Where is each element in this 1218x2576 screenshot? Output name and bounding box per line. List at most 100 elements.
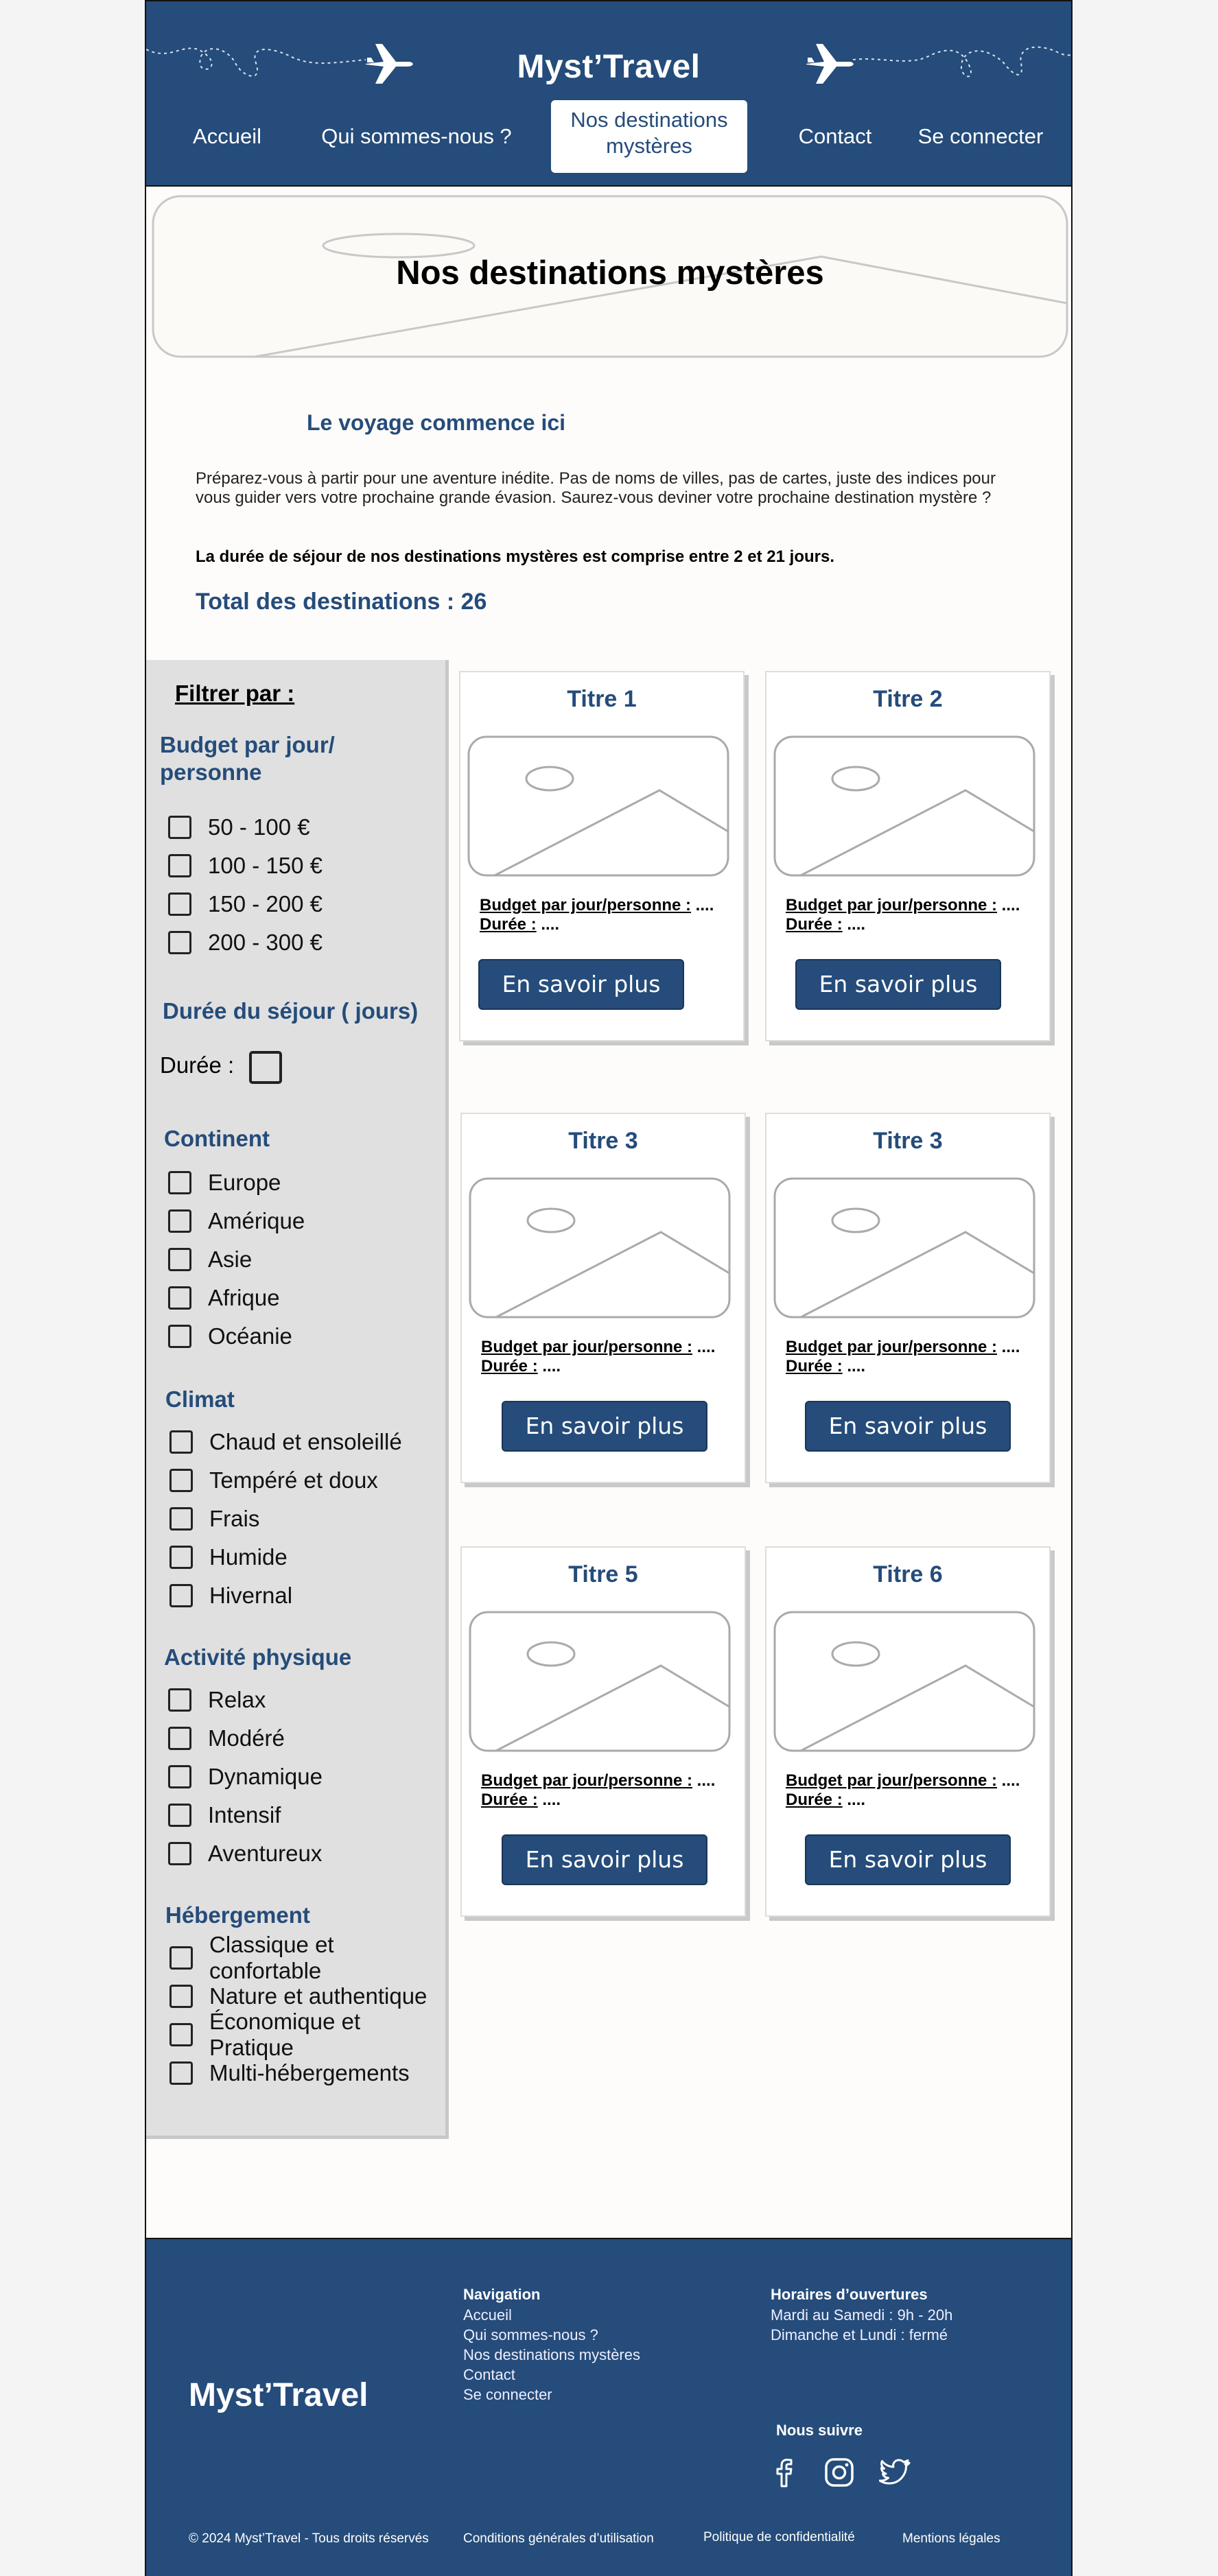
card-duree: Durée : ....: [481, 1357, 561, 1375]
card-title: Titre 3: [873, 1128, 943, 1154]
card-duree: Durée : ....: [786, 915, 866, 934]
checkbox[interactable]: [168, 1727, 191, 1750]
destination-card: Titre 6 Budget par jour/personne : .... …: [765, 1546, 1051, 1917]
card-budget: Budget par jour/personne : ....: [481, 1338, 716, 1356]
copyright-text: © 2024 Myst’Travel - Tous droits réservé…: [189, 2531, 429, 2546]
checkbox[interactable]: [168, 1804, 191, 1827]
filter-option-continent[interactable]: Asie: [168, 1246, 252, 1273]
filter-option-continent[interactable]: Afrique: [168, 1284, 280, 1312]
checkbox[interactable]: [168, 1842, 191, 1865]
checkbox[interactable]: [168, 816, 191, 839]
filter-option-activite[interactable]: Aventureux: [168, 1840, 322, 1867]
checkbox[interactable]: [168, 931, 191, 954]
nav-destinations-active[interactable]: Nos destinations mystères: [551, 100, 747, 173]
filter-option-budget[interactable]: 100 - 150 €: [168, 852, 323, 879]
filter-option-continent[interactable]: Europe: [168, 1169, 281, 1196]
filter-option-activite[interactable]: Dynamique: [168, 1763, 323, 1791]
link-privacy[interactable]: Politique de confidentialité: [703, 2530, 855, 2545]
destination-card: Titre 5 Budget par jour/personne : .... …: [460, 1546, 746, 1917]
checkbox[interactable]: [169, 1430, 193, 1454]
card-title: Titre 5: [568, 1561, 638, 1587]
filter-option-continent[interactable]: Amérique: [168, 1207, 305, 1235]
image-placeholder-icon: [773, 735, 1035, 877]
card-budget: Budget par jour/personne : ....: [786, 1338, 1020, 1356]
card-duree: Durée : ....: [481, 1791, 561, 1809]
checkbox[interactable]: [168, 893, 191, 916]
filter-option-climat[interactable]: Humide: [169, 1544, 288, 1571]
checkbox[interactable]: [168, 1765, 191, 1788]
filter-option-climat[interactable]: Frais: [169, 1505, 259, 1533]
card-budget: Budget par jour/personne : ....: [786, 896, 1020, 914]
checkbox[interactable]: [168, 1688, 191, 1712]
checkbox[interactable]: [168, 1325, 191, 1348]
checkbox[interactable]: [168, 1286, 191, 1310]
image-placeholder-icon: [469, 1611, 731, 1752]
checkbox[interactable]: [168, 1171, 191, 1194]
footer-link-se-connecter[interactable]: Se connecter: [463, 2385, 552, 2404]
footer-hours-line: Dimanche et Lundi : fermé: [771, 2326, 948, 2343]
filter-option-climat[interactable]: Tempéré et doux: [169, 1467, 378, 1494]
filter-option-climat[interactable]: Chaud et ensoleillé: [169, 1428, 402, 1456]
checkbox[interactable]: [169, 2061, 193, 2085]
checkbox[interactable]: [168, 854, 191, 877]
duree-label: Durée :: [160, 1052, 235, 1078]
intro-paragraph: Préparez-vous à partir pour une aventure…: [196, 469, 996, 507]
en-savoir-plus-button[interactable]: En savoir plus: [502, 1401, 707, 1452]
total-destinations: Total des destinations : 26: [196, 589, 487, 615]
filter-option-climat[interactable]: Hivernal: [169, 1582, 292, 1609]
instagram-icon[interactable]: [823, 2456, 856, 2489]
card-duree: Durée : ....: [786, 1791, 866, 1809]
footer-brand[interactable]: Myst’Travel: [189, 2376, 368, 2414]
en-savoir-plus-button[interactable]: En savoir plus: [502, 1834, 707, 1885]
checkbox[interactable]: [169, 1546, 193, 1569]
nav-qui-sommes-nous[interactable]: Qui sommes-nous ?: [320, 123, 513, 150]
footer-link-accueil[interactable]: Accueil: [463, 2305, 512, 2325]
en-savoir-plus-button[interactable]: En savoir plus: [805, 1834, 1011, 1885]
filter-option-hebergement[interactable]: Multi-hébergements: [169, 2059, 410, 2087]
filter-option-hebergement[interactable]: Nature et authentique: [169, 1983, 427, 2010]
checkbox[interactable]: [168, 1209, 191, 1233]
checkbox[interactable]: [169, 2023, 193, 2046]
filter-group-hebergement: Hébergement: [165, 1902, 310, 1928]
filter-option-budget[interactable]: 50 - 100 €: [168, 814, 310, 841]
nav-accueil[interactable]: Accueil: [186, 123, 268, 150]
hero-banner: Nos destinations mystères: [152, 195, 1068, 358]
checkbox[interactable]: [169, 1584, 193, 1607]
checkbox[interactable]: [169, 1946, 193, 1970]
filter-option-activite[interactable]: Relax: [168, 1686, 266, 1714]
duree-input[interactable]: [249, 1051, 282, 1084]
link-cgu[interactable]: Conditions générales d’utilisation: [463, 2531, 654, 2547]
filter-option-activite[interactable]: Modéré: [168, 1725, 285, 1752]
card-budget: Budget par jour/personne : ....: [480, 896, 714, 914]
nav-contact[interactable]: Contact: [794, 123, 876, 150]
image-placeholder-icon: [467, 735, 729, 877]
filter-option-budget[interactable]: 200 - 300 €: [168, 929, 323, 956]
main-nav: Accueil Qui sommes-nous ? Nos destinatio…: [146, 97, 1071, 180]
nav-se-connecter[interactable]: Se connecter: [912, 123, 1049, 150]
facebook-icon[interactable]: [768, 2456, 801, 2489]
filter-group-duree: Durée du séjour ( jours): [163, 998, 419, 1024]
card-title: Titre 2: [873, 686, 943, 712]
filter-option-continent[interactable]: Océanie: [168, 1323, 292, 1350]
filter-option-budget[interactable]: 150 - 200 €: [168, 890, 323, 918]
section-subtitle: Le voyage commence ici: [307, 410, 566, 435]
link-mentions-legales[interactable]: Mentions légales: [902, 2531, 1000, 2547]
page: Myst’Travel Accueil Qui sommes-nous ? No…: [145, 0, 1073, 2576]
en-savoir-plus-button[interactable]: En savoir plus: [478, 959, 684, 1010]
footer-link-qui-sommes-nous[interactable]: Qui sommes-nous ?: [463, 2325, 598, 2345]
checkbox[interactable]: [169, 1985, 193, 2008]
checkbox[interactable]: [168, 1248, 191, 1271]
filter-group-activite: Activité physique: [164, 1644, 352, 1670]
checkbox[interactable]: [169, 1507, 193, 1531]
en-savoir-plus-button[interactable]: En savoir plus: [805, 1401, 1011, 1452]
image-placeholder-icon: [773, 1611, 1035, 1752]
filter-option-activite[interactable]: Intensif: [168, 1801, 281, 1829]
footer-link-contact[interactable]: Contact: [463, 2365, 515, 2385]
filter-option-hebergement[interactable]: Économique et Pratique: [169, 2009, 445, 2060]
filter-option-hebergement[interactable]: Classique et confortable: [169, 1932, 445, 1983]
twitter-icon[interactable]: [878, 2456, 912, 2489]
en-savoir-plus-button[interactable]: En savoir plus: [795, 959, 1001, 1010]
footer-link-destinations[interactable]: Nos destinations mystères: [463, 2345, 640, 2365]
checkbox[interactable]: [169, 1469, 193, 1492]
filter-sidebar: Filtrer par : Budget par jour/ personne …: [146, 660, 449, 2139]
